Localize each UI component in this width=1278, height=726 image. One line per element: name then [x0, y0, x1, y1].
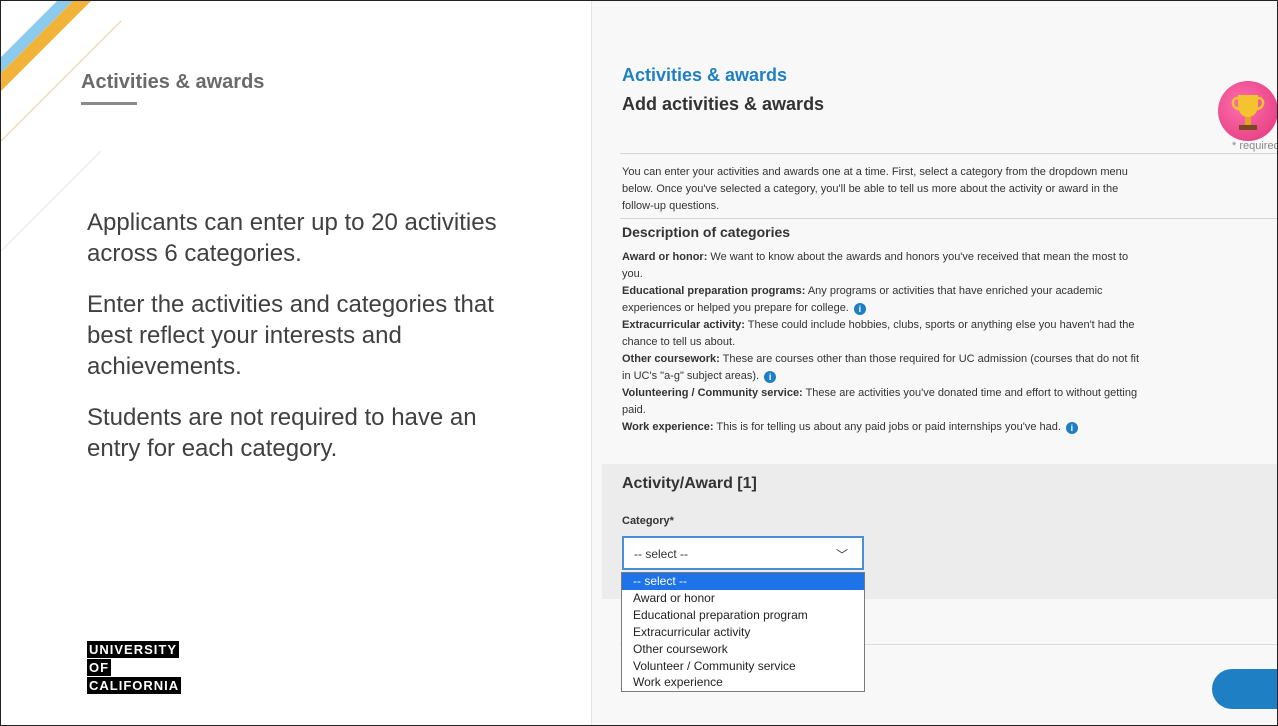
- logo-line: UNIVERSITY: [87, 641, 180, 658]
- divider: [620, 218, 1277, 219]
- dropdown-option-award[interactable]: Award or honor: [622, 590, 864, 607]
- info-icon[interactable]: i: [1065, 422, 1078, 434]
- body-paragraph: Enter the activities and categories that…: [87, 291, 494, 380]
- description-other-coursework: Other coursework: These are courses othe…: [622, 353, 1140, 383]
- intro-text: You can enter your activities and awards…: [622, 166, 1128, 212]
- dropdown-option-educational-prep[interactable]: Educational preparation program: [622, 607, 864, 624]
- description-work-experience: Work experience: This is for telling us …: [622, 419, 1142, 436]
- trophy-icon: [1218, 81, 1277, 141]
- save-continue-button[interactable]: [1212, 669, 1277, 709]
- info-icon[interactable]: i: [764, 371, 777, 383]
- body-paragraph: Applicants can enter up to 20 activities…: [87, 209, 497, 267]
- logo-line: CALIFORNIA: [87, 677, 182, 694]
- title-underline: [81, 102, 137, 105]
- section-title: Activities & awards: [622, 65, 788, 85]
- required-note: * required: [1232, 140, 1278, 152]
- chevron-down-icon: ﹀: [835, 548, 848, 562]
- description-volunteering: Volunteering / Community service: These …: [622, 387, 1138, 416]
- category-descriptions: Award or honor: We want to know about th…: [622, 249, 1142, 436]
- description-extracurricular: Extracurricular activity: These could in…: [622, 319, 1135, 348]
- description-heading: Description of categories: [622, 224, 791, 240]
- slide: Activities & awards Applicants can enter…: [0, 0, 1278, 726]
- logo-line: OF: [87, 659, 112, 676]
- slide-body: Applicants can enter up to 20 activities…: [87, 207, 527, 484]
- activity-card-title: Activity/Award [1]: [622, 475, 757, 492]
- page-heading: Add activities & awards: [622, 94, 825, 114]
- divider: [620, 153, 1277, 154]
- dropdown-option-other-coursework[interactable]: Other coursework: [622, 641, 864, 658]
- category-dropdown-list: -- select -- Award or honor Educational …: [621, 572, 865, 693]
- description-educational-prep: Educational preparation programs: Any pr…: [622, 285, 1103, 315]
- info-icon[interactable]: i: [853, 303, 866, 315]
- dropdown-option-work-experience[interactable]: Work experience: [622, 674, 864, 691]
- category-label: Category*: [622, 515, 674, 527]
- dropdown-option-volunteer[interactable]: Volunteer / Community service: [622, 658, 864, 675]
- university-of-california-logo: UNIVERSITY OF CALIFORNIA: [87, 641, 182, 695]
- dropdown-option-select[interactable]: -- select --: [622, 573, 864, 590]
- category-select[interactable]: -- select -- ﹀: [622, 536, 864, 570]
- body-paragraph: Students are not required to have an ent…: [87, 404, 477, 462]
- category-select-value: -- select --: [634, 547, 688, 561]
- dropdown-option-extracurricular[interactable]: Extracurricular activity: [622, 624, 864, 641]
- slide-title: Activities & awards: [81, 71, 265, 93]
- description-award: Award or honor: We want to know about th…: [622, 251, 1129, 280]
